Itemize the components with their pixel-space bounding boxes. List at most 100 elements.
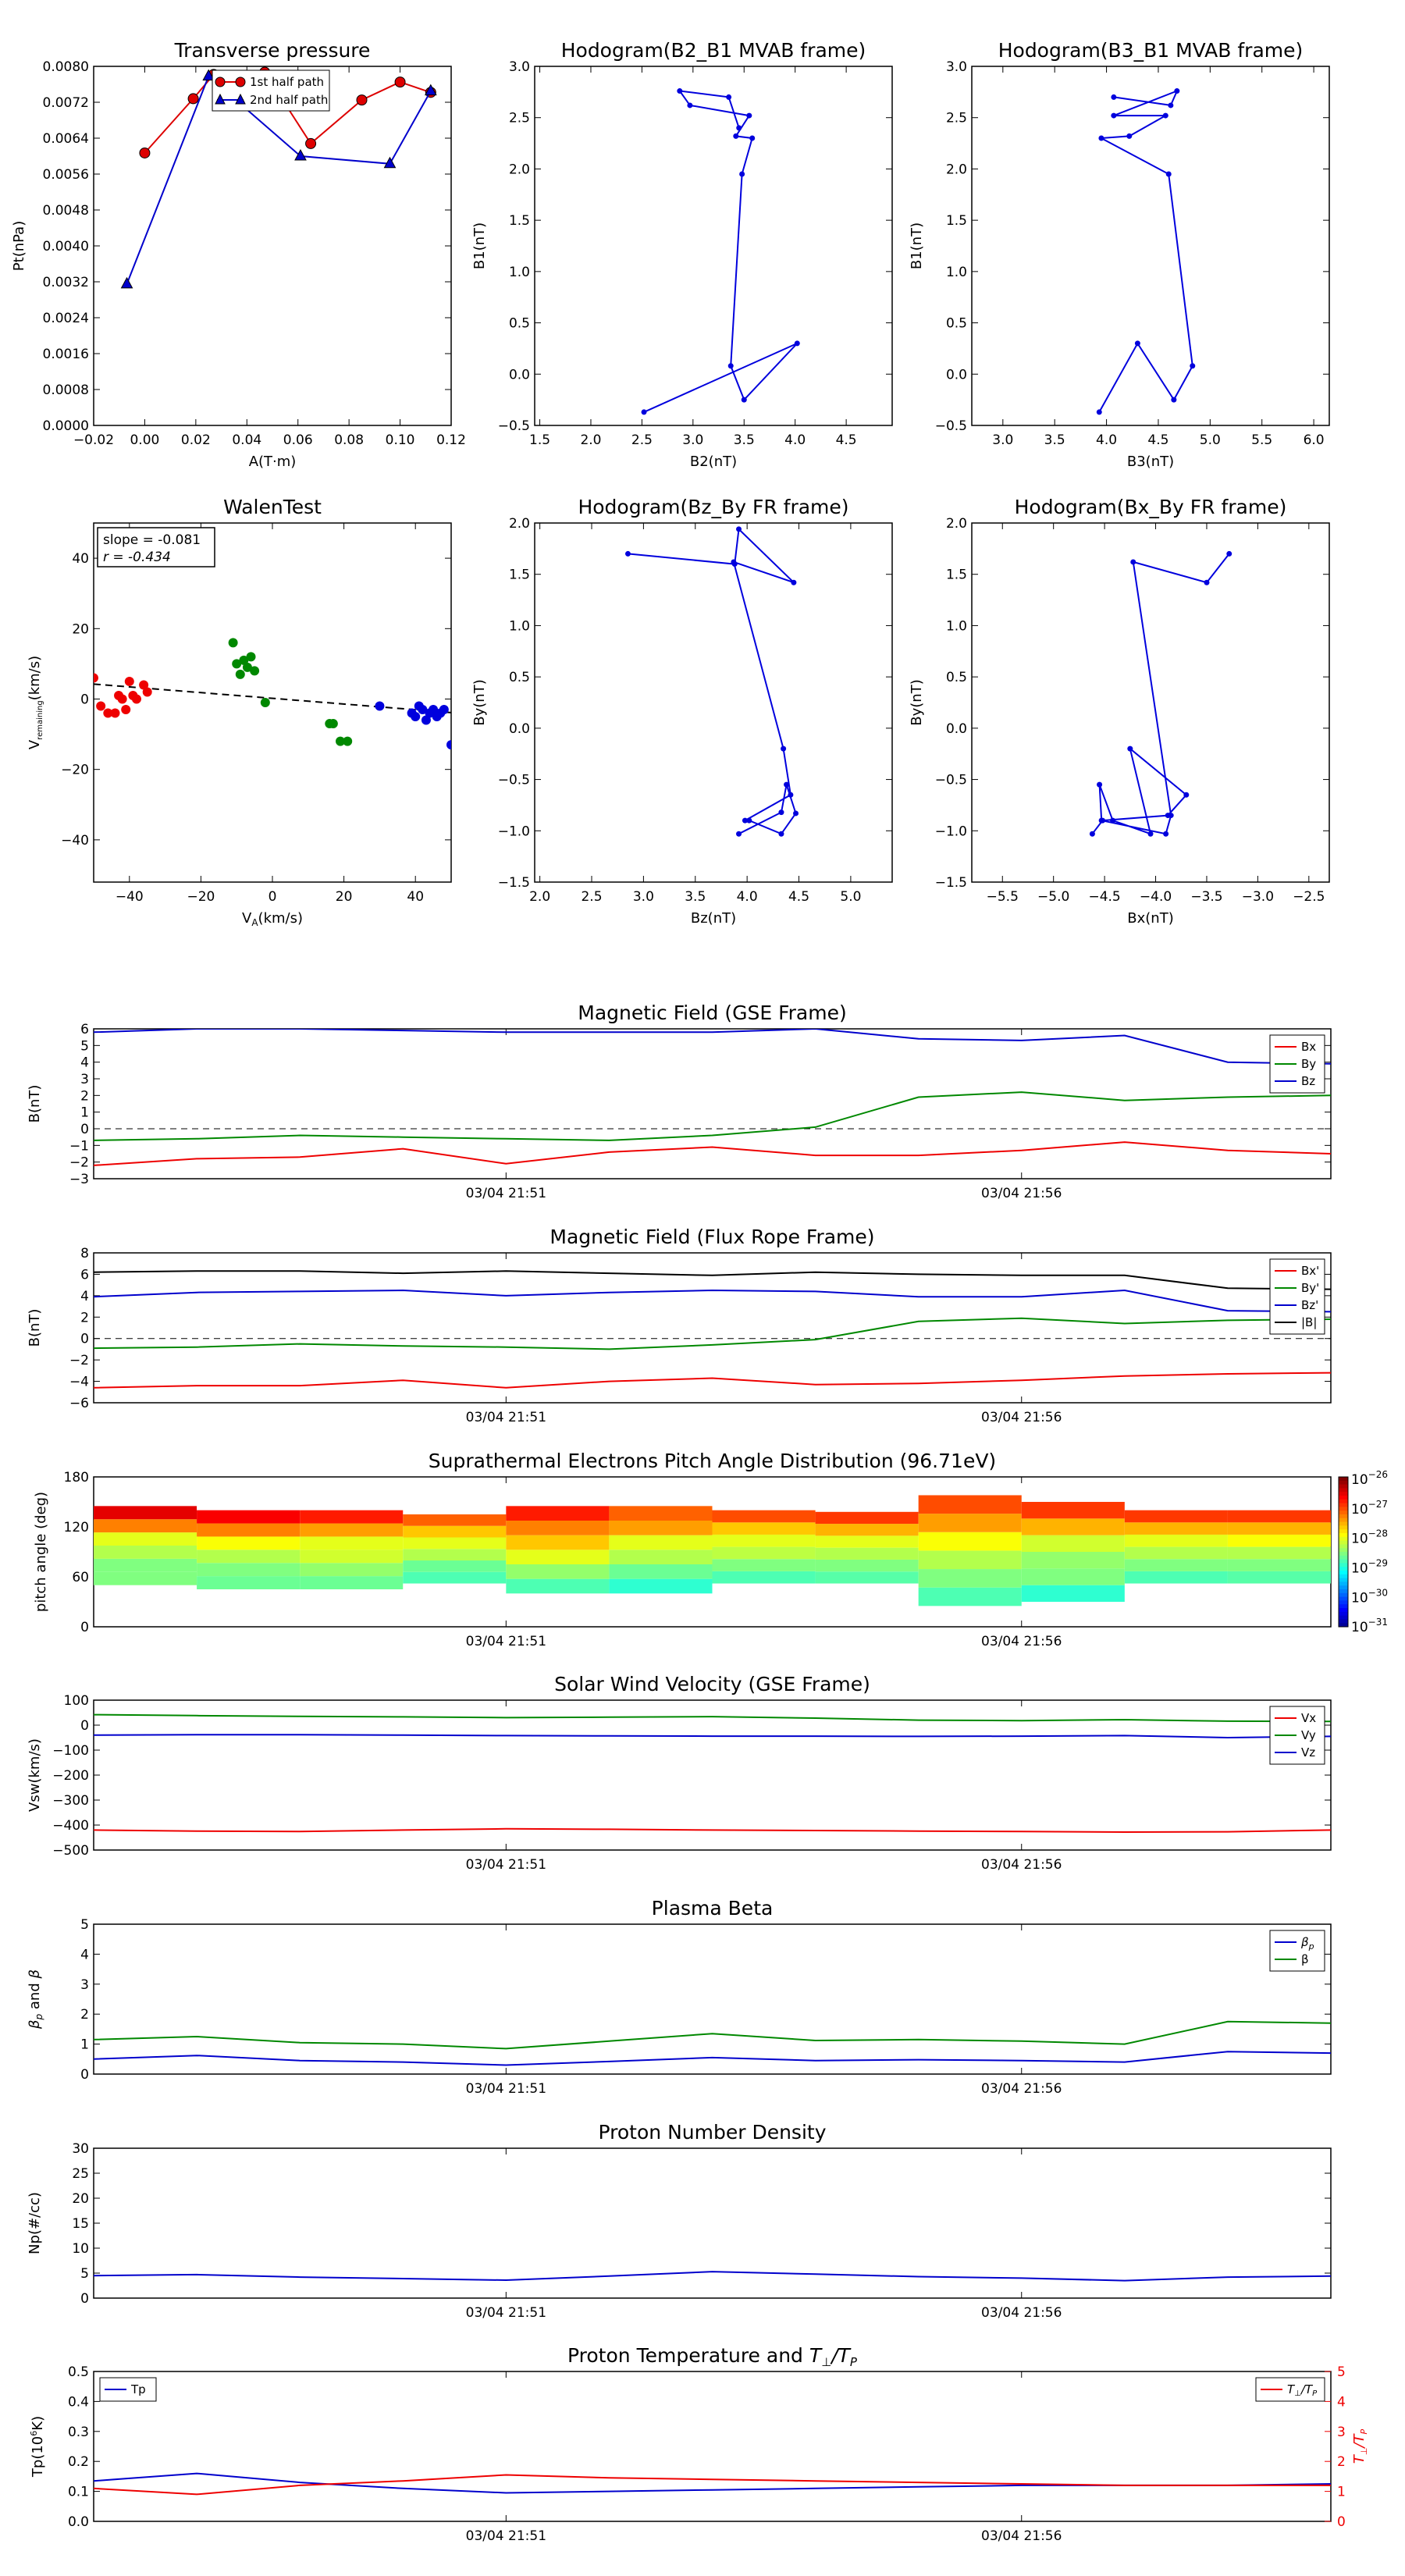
- colorbar-step: [1339, 1529, 1348, 1534]
- heatmap-cell: [506, 1550, 610, 1564]
- x-tick-label: 03/04 21:56: [981, 1634, 1062, 1649]
- y-tick-label: 2.0: [509, 162, 530, 177]
- series-line-Vz: [94, 1734, 1331, 1739]
- y2-tick-label: 3: [1337, 2425, 1346, 2440]
- y-tick-label: −200: [52, 1768, 89, 1784]
- plot-area: [94, 2020, 1331, 2066]
- heatmap-cell: [1021, 1552, 1125, 1569]
- heatmap-cell: [403, 1514, 507, 1526]
- x-tick-label: 03/04 21:56: [981, 2305, 1062, 2321]
- y2-tick-label: 2: [1337, 2454, 1346, 2470]
- y-tick-label: 0.0: [68, 2514, 89, 2530]
- label-sub: p: [1308, 1941, 1314, 1952]
- colorbar-exp: −30: [1368, 1587, 1388, 1598]
- heatmap-cell: [1227, 1571, 1331, 1584]
- series-line-Vx: [94, 1827, 1331, 1834]
- y2-tick-label: 4: [1337, 2394, 1346, 2410]
- data-point: [117, 694, 127, 704]
- heatmap-cell: [918, 1550, 1022, 1570]
- x-tick-label: 0.04: [232, 432, 261, 448]
- x-tick-label: 03/04 21:51: [466, 1186, 546, 1201]
- plot-area: [94, 1270, 1331, 1389]
- series-hodogram: [641, 88, 800, 415]
- heatmap-cell: [815, 1511, 919, 1525]
- data-point: [677, 88, 683, 94]
- x-tick-label: −20: [187, 889, 215, 905]
- y-tick-label: 1.5: [509, 568, 530, 583]
- y-axis-label-end: β: [27, 1969, 43, 1980]
- plot-title: Hodogram(B3_B1 MVAB frame): [998, 39, 1304, 62]
- heatmap-cell: [403, 1549, 507, 1561]
- colorbar-step: [1339, 1592, 1348, 1598]
- y-tick-label: 0.0008: [43, 382, 89, 398]
- x-tick-label: 0.02: [181, 432, 211, 448]
- heatmap-cell: [1227, 1559, 1331, 1571]
- heatmap-cell: [300, 1576, 404, 1589]
- heatmap-cell: [403, 1537, 507, 1550]
- colorbar-step: [1339, 1540, 1348, 1545]
- data-point: [394, 76, 406, 88]
- series-line-Bz: [94, 1029, 1331, 1065]
- x-tick-label: −2.5: [1293, 889, 1325, 905]
- y-tick-label: 6: [80, 1022, 89, 1037]
- y-tick-label: 0.0080: [43, 59, 89, 75]
- y-axis-label-sub: remaining: [36, 700, 44, 740]
- heatmap-cell: [1227, 1534, 1331, 1547]
- x-tick-label: 03/04 21:51: [466, 1410, 546, 1425]
- title-sub: ⊥: [821, 2355, 831, 2369]
- colorbar-step: [1339, 1533, 1348, 1538]
- x-tick-label: 03/04 21:51: [466, 1634, 546, 1649]
- plot-title: Hodogram(Bx_By FR frame): [1015, 496, 1287, 518]
- plot-area: [94, 2472, 1331, 2496]
- colorbar-step: [1339, 1496, 1348, 1500]
- colorbar-step: [1339, 1600, 1348, 1605]
- data-point: [1165, 171, 1172, 177]
- heatmap-cell: [1021, 1535, 1125, 1552]
- y-axis-label: B1(nT): [471, 222, 488, 269]
- plot-title: Suprathermal Electrons Pitch Angle Distr…: [429, 1450, 996, 1472]
- legend-label: By: [1301, 1057, 1316, 1071]
- y-tick-label: 2.5: [946, 111, 967, 126]
- series-walen-2: [375, 701, 451, 750]
- legend-box: [1269, 1930, 1325, 1972]
- series-line-Bx: [94, 1141, 1331, 1166]
- x-tick-label: 5.5: [1251, 432, 1272, 448]
- legend-label: Bx: [1301, 1040, 1316, 1054]
- heatmap-cell: [1021, 1568, 1125, 1585]
- y-tick-label: −0.5: [935, 773, 967, 788]
- plot-title: Plasma Beta: [652, 1897, 774, 1920]
- chart-h31: Hodogram(B3_B1 MVAB frame) −0.5 0.0 0.5 1.0 1…: [909, 39, 1330, 470]
- colorbar-step: [1339, 1492, 1348, 1496]
- colorbar: 10−26 10−27 10−28 10−29 10−30 10−31: [1338, 1469, 1388, 1635]
- data-point: [1162, 112, 1168, 119]
- heatmap-cell: [815, 1559, 919, 1572]
- x-tick-label: 4.5: [788, 889, 809, 905]
- y-tick-label: 0.0064: [43, 131, 89, 147]
- colorbar-step: [1339, 1567, 1348, 1571]
- data-point: [791, 579, 797, 585]
- data-point: [356, 94, 368, 106]
- plot-title: Proton Number Density: [599, 2121, 827, 2144]
- data-point: [641, 409, 647, 415]
- heatmap-cell: [609, 1521, 713, 1535]
- y2-tick-label: 0: [1337, 2514, 1346, 2530]
- plot-frame: [93, 2147, 1332, 2299]
- y2-label-sub2: P: [1359, 2428, 1369, 2434]
- colorbar-step: [1339, 1525, 1348, 1530]
- label-main: β: [1300, 1935, 1309, 1949]
- x-tick-label: 4.5: [1147, 432, 1168, 448]
- series-walen-1: [228, 638, 353, 746]
- legend: βpβ: [1269, 1930, 1325, 1972]
- series-hodogram: [1089, 550, 1232, 837]
- y-tick-label: 0.4: [68, 2394, 89, 2410]
- chart-h21: Hodogram(B2_B1 MVAB frame) −0.5 0.0 0.5 1.0 1…: [471, 39, 893, 470]
- heatmap-cell: [403, 1525, 507, 1538]
- heatmap-cell: [403, 1571, 507, 1584]
- x-axis-label: VA(km/s): [242, 910, 303, 928]
- annotation-slope: slope = -0.081: [103, 532, 201, 548]
- series-line-np: [94, 2271, 1331, 2282]
- x-tick-label: 03/04 21:51: [466, 2081, 546, 2097]
- heatmap-cell: [300, 1550, 404, 1564]
- data-point: [187, 93, 199, 105]
- title-sub2: P: [850, 2355, 858, 2369]
